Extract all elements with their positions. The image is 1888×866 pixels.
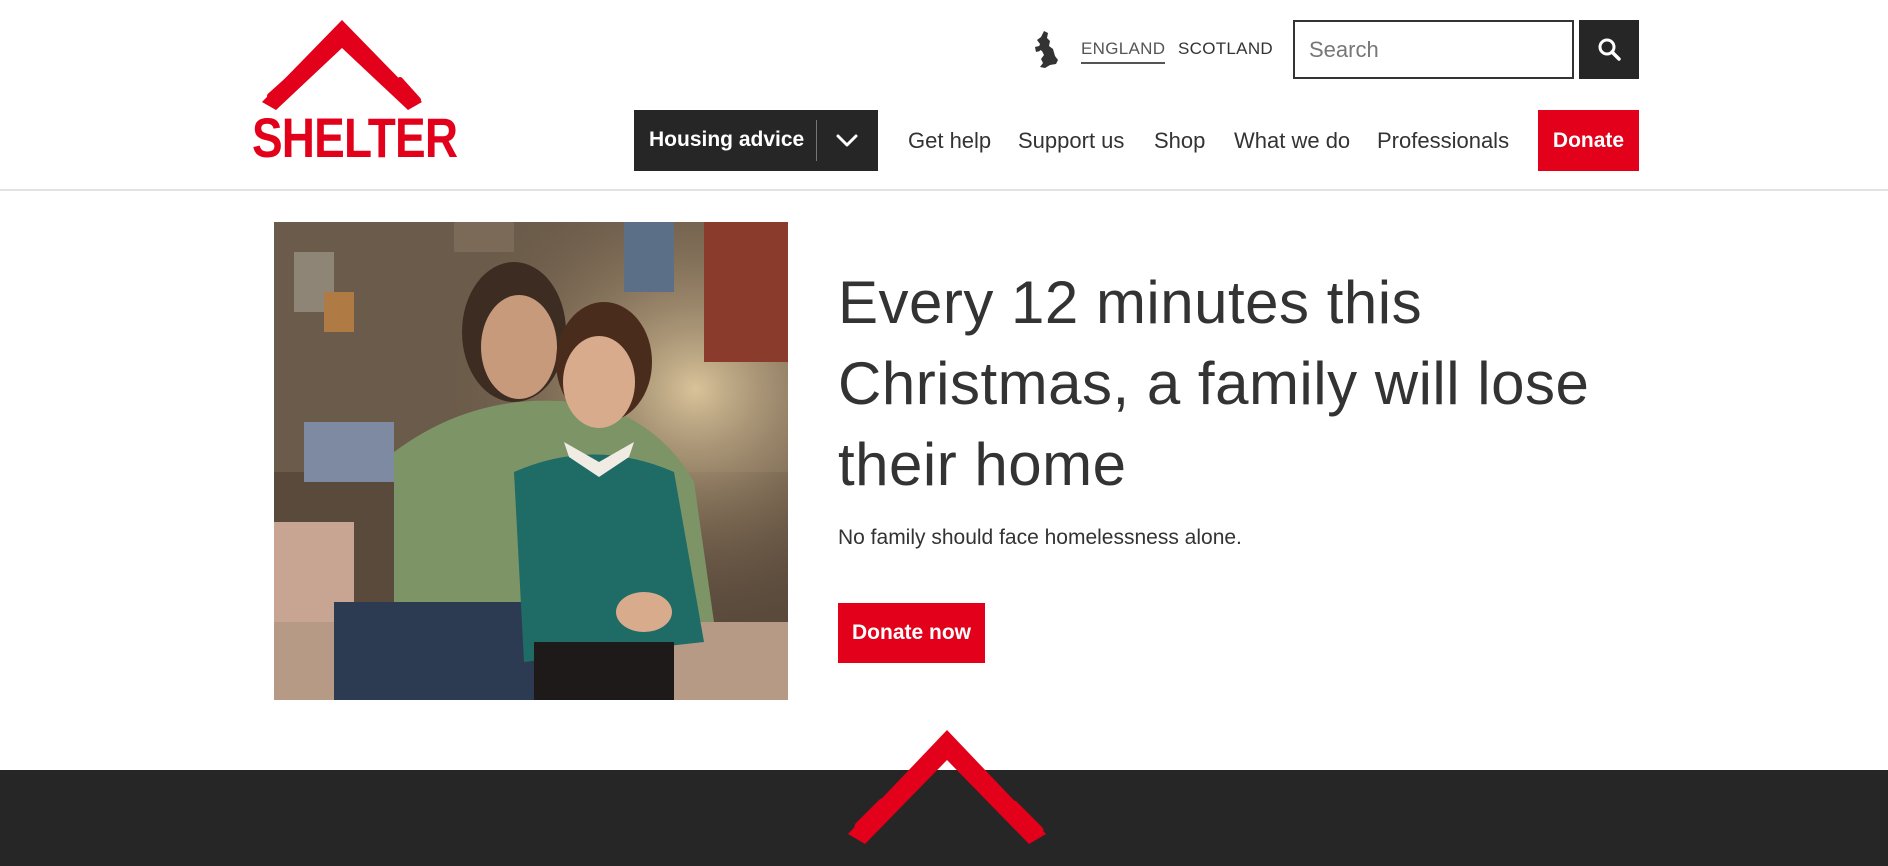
shelter-roof-icon [262,20,422,110]
nav-get-help[interactable]: Get help [908,128,991,154]
chevron-down-icon[interactable] [834,129,860,151]
housing-advice-menu[interactable]: Housing advice [634,110,878,171]
region-england-link[interactable]: ENGLAND [1081,38,1166,64]
housing-advice-label: Housing advice [649,128,805,151]
nav-shop[interactable]: Shop [1154,128,1205,154]
shelter-roof-icon [848,730,1046,844]
nav-professionals[interactable]: Professionals [1377,128,1509,154]
site-header: SHELTER ENGLAND SCOTLAND Housing advice … [0,0,1888,191]
search-icon [1598,38,1621,61]
hero-title: Every 12 minutes this Christmas, a famil… [838,269,1590,498]
region-scotland-link[interactable]: SCOTLAND [1178,38,1273,60]
donate-button[interactable]: Donate [1538,110,1639,171]
search-button[interactable] [1579,20,1639,79]
search-input[interactable] [1293,20,1574,79]
hero-image [274,222,788,700]
nav-what-we-do[interactable]: What we do [1234,128,1350,154]
donate-now-button[interactable]: Donate now [838,603,985,663]
hero-subtitle: No family should face homelessness alone… [838,526,1242,549]
shelter-logo[interactable]: SHELTER [250,18,458,166]
nav-support-us[interactable]: Support us [1018,128,1124,154]
divider [816,120,817,161]
logo-wordmark: SHELTER [252,106,458,169]
uk-map-icon [1032,29,1060,71]
